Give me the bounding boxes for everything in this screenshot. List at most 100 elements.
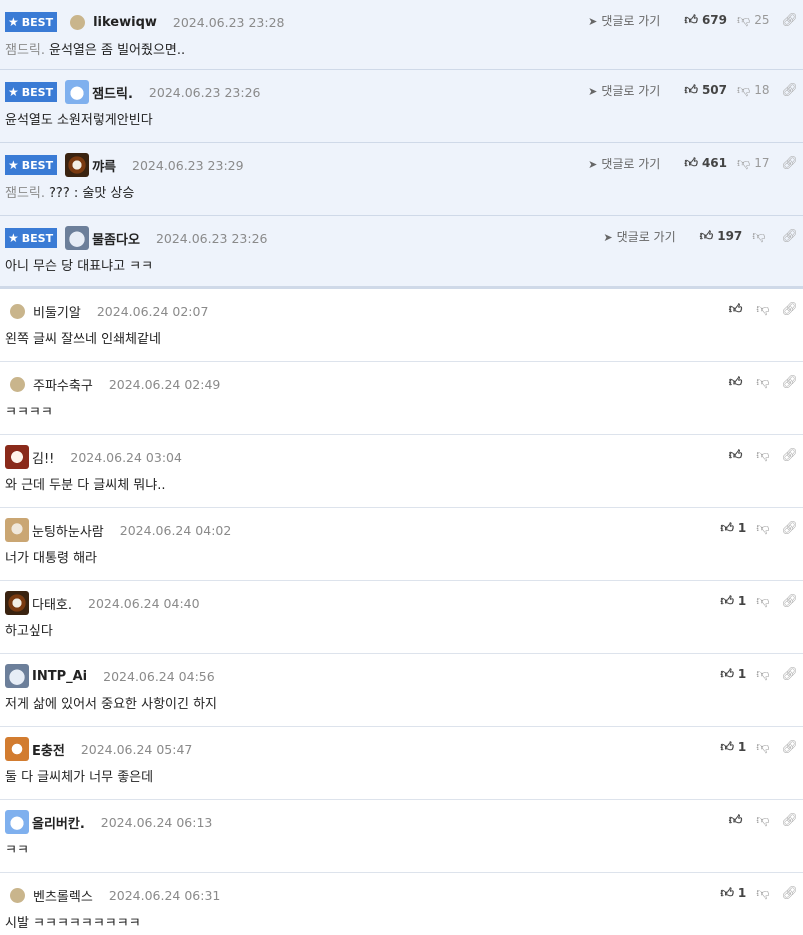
- default-avatar[interactable]: [10, 303, 25, 319]
- upvote-button[interactable]: 👍︎ 1: [720, 740, 746, 755]
- link-icon[interactable]: 🔗︎: [781, 594, 798, 609]
- thumbs-down-icon: 👎︎: [737, 155, 751, 171]
- upvote-button[interactable]: 👍︎: [729, 302, 747, 317]
- downvote-button[interactable]: 👎︎ 25: [737, 13, 769, 28]
- go-to-reply-link[interactable]: ➤ 댓글로 가기: [603, 228, 675, 245]
- avatar[interactable]: [5, 810, 29, 834]
- default-avatar[interactable]: [10, 376, 25, 392]
- nickname[interactable]: 눈팅하눈사람: [32, 521, 104, 540]
- avatar[interactable]: [5, 737, 29, 761]
- thumbs-up-icon: 👍︎: [720, 666, 734, 682]
- mention[interactable]: 잼드릭.: [5, 186, 45, 201]
- comment-header: 비둘기알 2024.06.24 02:07: [5, 299, 208, 323]
- comment-body: 하고싶다: [5, 624, 53, 639]
- upvote-button[interactable]: 👍︎ 1: [720, 521, 746, 536]
- comment-actions: 👍︎ 👎︎ 🔗︎: [719, 808, 798, 832]
- upvote-button[interactable]: 👍︎: [729, 448, 747, 463]
- avatar[interactable]: [5, 664, 29, 688]
- comment-date: 2024.06.24 04:40: [88, 595, 200, 611]
- downvote-button[interactable]: 👎︎: [756, 521, 769, 536]
- comment-actions: ➤ 댓글로 가기 👍︎ 679 👎︎ 25 🔗︎: [588, 8, 798, 32]
- comment-body: 와 근데 두분 다 글씨체 뭐냐..: [5, 478, 166, 493]
- downvote-button[interactable]: 👎︎: [756, 813, 769, 828]
- avatar[interactable]: [65, 80, 90, 104]
- downvote-button[interactable]: 👎︎ 17: [737, 156, 769, 171]
- thumbs-up-icon: 👍︎: [684, 82, 698, 98]
- nickname[interactable]: 주파수축구: [33, 375, 93, 394]
- go-to-reply-link[interactable]: ➤ 댓글로 가기: [588, 155, 660, 172]
- comment: 주파수축구 2024.06.24 02:49 👍︎ 👎︎ 🔗︎ ㅋㅋㅋㅋ: [0, 362, 803, 435]
- downvote-button[interactable]: 👎︎: [756, 667, 769, 682]
- default-avatar[interactable]: [10, 887, 25, 903]
- thumbs-down-icon: 👎︎: [756, 520, 770, 536]
- nickname[interactable]: 비둘기알: [33, 302, 81, 321]
- nickname[interactable]: 다태호.: [32, 594, 72, 613]
- downvote-button[interactable]: 👎︎: [756, 375, 769, 390]
- downvote-button[interactable]: 👎︎: [756, 740, 769, 755]
- nickname[interactable]: E충전: [32, 740, 65, 759]
- link-icon[interactable]: 🔗︎: [781, 448, 798, 463]
- avatar[interactable]: [5, 591, 29, 615]
- downvote-button[interactable]: 👎︎ 18: [737, 83, 769, 98]
- link-icon[interactable]: 🔗︎: [781, 740, 798, 755]
- link-icon[interactable]: 🔗︎: [781, 302, 798, 317]
- nickname[interactable]: 김!!: [32, 448, 54, 467]
- downvote-button[interactable]: 👎︎: [756, 886, 769, 901]
- upvote-button[interactable]: 👍︎: [729, 813, 747, 828]
- upvote-button[interactable]: 👍︎ 1: [720, 886, 746, 901]
- thumbs-up-icon: 👍︎: [699, 228, 714, 244]
- thumbs-up-icon: 👍︎: [720, 739, 734, 755]
- go-to-reply-link[interactable]: ➤ 댓글로 가기: [588, 82, 660, 99]
- comment-body: 잼드릭. 윤석열은 좀 빌어줬으면..: [5, 43, 186, 58]
- nickname[interactable]: 올리버칸.: [32, 813, 85, 832]
- link-icon[interactable]: 🔗︎: [781, 83, 798, 98]
- comment: INTP_Ai 2024.06.24 04:56 👍︎ 1 👎︎ 🔗︎ 저게 삶에…: [0, 654, 803, 727]
- upvote-button[interactable]: 👍︎ 507: [684, 83, 727, 98]
- thumbs-down-icon: 👎︎: [756, 739, 770, 755]
- best-badge: ★ BEST: [5, 12, 58, 32]
- downvote-button[interactable]: 👎︎: [756, 594, 769, 609]
- link-icon[interactable]: 🔗︎: [781, 229, 798, 244]
- nickname[interactable]: INTP_Ai: [32, 669, 87, 684]
- link-icon[interactable]: 🔗︎: [781, 375, 798, 390]
- thumbs-up-icon: 👍︎: [728, 374, 743, 390]
- mention[interactable]: 잼드릭.: [5, 43, 45, 58]
- comment-actions: 👍︎ 1 👎︎ 🔗︎: [710, 735, 798, 759]
- nickname[interactable]: 꺄륵: [92, 156, 116, 175]
- link-icon[interactable]: 🔗︎: [781, 886, 798, 901]
- comment: 비둘기알 2024.06.24 02:07 👍︎ 👎︎ 🔗︎ 왼쪽 글씨 잘쓰네…: [0, 289, 803, 362]
- avatar[interactable]: [5, 518, 29, 542]
- comment-header: 김!! 2024.06.24 03:04: [5, 445, 182, 469]
- avatar[interactable]: [65, 153, 90, 177]
- upvote-button[interactable]: 👍︎ 1: [720, 594, 746, 609]
- upvote-button[interactable]: 👍︎ 461: [684, 156, 727, 171]
- link-icon[interactable]: 🔗︎: [781, 521, 798, 536]
- link-icon[interactable]: 🔗︎: [781, 667, 798, 682]
- comment-date: 2024.06.23 23:26: [148, 84, 261, 100]
- thumbs-up-icon: 👍︎: [728, 447, 743, 463]
- comment-body: 둘 다 글씨체가 너무 좋은데: [5, 770, 154, 785]
- thumbs-up-icon: 👍︎: [720, 520, 734, 536]
- link-icon[interactable]: 🔗︎: [781, 813, 798, 828]
- link-icon[interactable]: 🔗︎: [781, 13, 798, 28]
- reply-arrow-icon: ➤: [603, 230, 613, 244]
- nickname[interactable]: likewiqw: [93, 15, 157, 30]
- nickname[interactable]: 잼드릭.: [92, 83, 133, 102]
- downvote-button[interactable]: 👎︎: [756, 302, 769, 317]
- avatar[interactable]: [65, 226, 90, 250]
- default-avatar[interactable]: [70, 14, 86, 30]
- downvote-button[interactable]: 👎︎: [756, 448, 769, 463]
- upvote-button[interactable]: 👍︎ 1: [720, 667, 746, 682]
- upvote-button[interactable]: 👍︎ 679: [684, 13, 727, 28]
- link-icon[interactable]: 🔗︎: [781, 156, 798, 171]
- upvote-button[interactable]: 👍︎ 197: [700, 229, 743, 244]
- comment-date: 2024.06.23 23:26: [155, 230, 268, 246]
- nickname[interactable]: 물좀다오: [92, 229, 140, 248]
- downvote-button[interactable]: 👎︎: [752, 229, 769, 244]
- go-to-reply-link[interactable]: ➤ 댓글로 가기: [588, 12, 660, 29]
- nickname[interactable]: 벤츠롤렉스: [33, 886, 93, 905]
- upvote-button[interactable]: 👍︎: [729, 375, 747, 390]
- comment-header: ★ BEST 물좀다오 2024.06.23 23:26: [5, 226, 268, 250]
- comment: E충전 2024.06.24 05:47 👍︎ 1 👎︎ 🔗︎ 둘 다 글씨체가 …: [0, 727, 803, 800]
- avatar[interactable]: [5, 445, 29, 469]
